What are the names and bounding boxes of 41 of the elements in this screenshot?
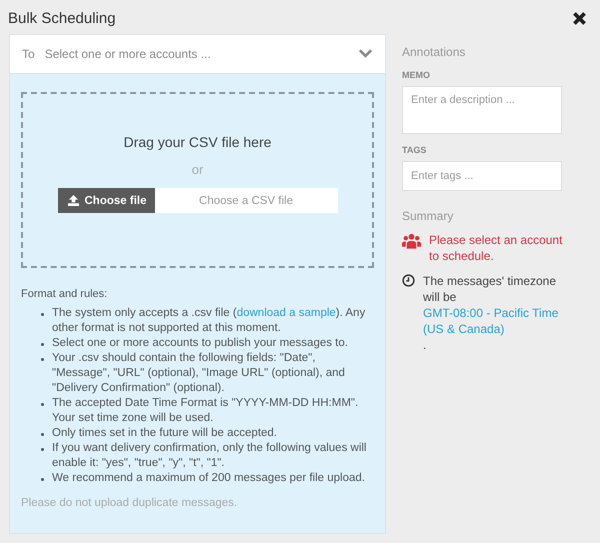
upload-icon	[68, 195, 78, 206]
people-icon	[402, 233, 421, 249]
bullet-icon	[41, 343, 44, 346]
timezone-message: The messages' timezone will be GMT-08:00 - Pacific Time (US & Canada) .	[423, 273, 572, 353]
bullet-icon	[41, 403, 44, 406]
sample-link[interactable]: download a sample	[236, 307, 336, 319]
timezone-link[interactable]: GMT-08:00 - Pacific Time (US & Canada)	[423, 305, 572, 337]
section-heading: Annotations	[402, 45, 466, 59]
rule-item: If you want delivery confirmation, only the following values will enable it: "yes", "true", "y", "t", "1".	[41, 441, 374, 471]
rule-item: We recommend a maximum of 200 messages per file upload.	[41, 471, 374, 486]
or-separator: or	[192, 162, 204, 177]
bullet-icon	[41, 433, 44, 436]
to-label: To	[22, 47, 35, 61]
field-label: TAGS	[402, 145, 428, 155]
close-icon	[571, 10, 588, 26]
rule-item: Only times set in the future will be accepted.	[41, 426, 374, 441]
window-title: Bulk Scheduling	[8, 10, 116, 26]
bullet-icon	[41, 448, 44, 451]
memo-field[interactable]: Enter a description ...	[402, 86, 562, 134]
bullet-icon	[41, 358, 44, 361]
file-name-field[interactable]: Choose a CSV file	[154, 188, 338, 213]
field-label: MEMO	[402, 70, 431, 80]
close-button[interactable]	[571, 10, 588, 26]
account-field[interactable]: Select one or more accounts ...	[44, 47, 358, 61]
rule-item: The system only accepts a .csv file (download a sample). Any other format is not supported at this moment.	[41, 306, 374, 336]
account-select[interactable]: To Select one or more accounts ...	[10, 35, 385, 74]
bullet-icon	[41, 313, 44, 316]
drop-zone[interactable]: Drag your CSV file here or Choose file Choose a CSV file	[21, 92, 374, 268]
rules-heading: Format and rules:	[21, 288, 108, 300]
chevron-down-icon	[358, 49, 373, 59]
bullet-icon	[41, 478, 44, 481]
clock-icon	[402, 274, 415, 287]
drop-heading: Drag your CSV file here	[124, 134, 272, 150]
tags-field[interactable]: Enter tags ...	[402, 161, 562, 191]
choose-file-button[interactable]: Choose file	[58, 188, 154, 213]
rule-item: The accepted Date Time Format is "YYYY-MM-DD HH:MM". Your set time zone will be used.	[41, 396, 374, 426]
section-heading: Summary	[402, 209, 454, 223]
rule-item: Select one or more accounts to publish your messages to.	[41, 336, 374, 351]
error-message: Please select an account to schedule.	[429, 232, 564, 264]
note-text: Please do not upload duplicate messages.	[21, 497, 238, 509]
rule-item: Your .csv should contain the following fields: "Date", "Message", "URL" (optional), "Image URL" (optional), and "Delivery Confirmation" (optional).	[41, 351, 374, 396]
